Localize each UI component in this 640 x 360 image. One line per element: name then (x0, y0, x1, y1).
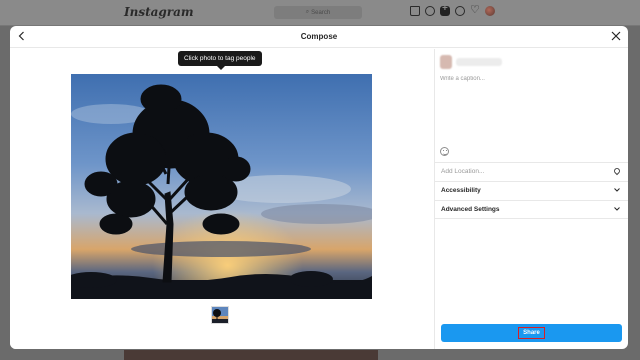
location-placeholder: Add Location... (441, 168, 485, 175)
profile-avatar[interactable] (485, 6, 495, 16)
background-post-image (124, 350, 378, 360)
new-post-icon[interactable] (440, 3, 450, 16)
close-icon[interactable] (609, 29, 623, 43)
username-blurred (456, 58, 502, 66)
explore-icon[interactable] (455, 6, 465, 16)
search-icon: ⌕ (305, 9, 310, 15)
messenger-icon[interactable] (425, 6, 435, 16)
search-placeholder: Search (311, 9, 331, 16)
instagram-logo[interactable]: Instagram (124, 5, 194, 19)
user-avatar (440, 55, 452, 69)
add-location-row[interactable]: Add Location... (435, 162, 628, 181)
chevron-down-icon (613, 205, 621, 217)
top-nav-icons (410, 3, 495, 16)
caption-input[interactable] (440, 76, 623, 136)
heart-icon[interactable] (470, 3, 480, 16)
modal-title: Compose (300, 32, 338, 41)
photo-thumbnail[interactable] (211, 306, 229, 324)
modal-header: Compose (10, 26, 628, 48)
share-label: Share (518, 327, 545, 339)
accessibility-label: Accessibility (441, 187, 481, 194)
search-bar[interactable]: ⌕ Search (274, 6, 362, 19)
tag-people-tooltip: Click photo to tag people (178, 51, 262, 70)
accessibility-row[interactable]: Accessibility (435, 181, 628, 200)
share-button[interactable]: Share (441, 324, 622, 342)
photo-pane: Click photo to tag people (10, 49, 434, 349)
post-photo[interactable] (71, 74, 372, 299)
location-pin-icon (612, 166, 622, 176)
topbar: Instagram ⌕ Search (0, 0, 640, 26)
advanced-settings-row[interactable]: Advanced Settings (435, 200, 628, 219)
home-icon[interactable] (410, 6, 420, 16)
details-pane: Add Location... Accessibility Advanced S… (435, 49, 628, 349)
compose-modal: Compose Click photo to tag people Write … (10, 26, 628, 349)
user-row (440, 55, 502, 69)
emoji-icon[interactable] (440, 147, 449, 156)
advanced-settings-label: Advanced Settings (441, 206, 500, 213)
chevron-down-icon (613, 186, 621, 198)
